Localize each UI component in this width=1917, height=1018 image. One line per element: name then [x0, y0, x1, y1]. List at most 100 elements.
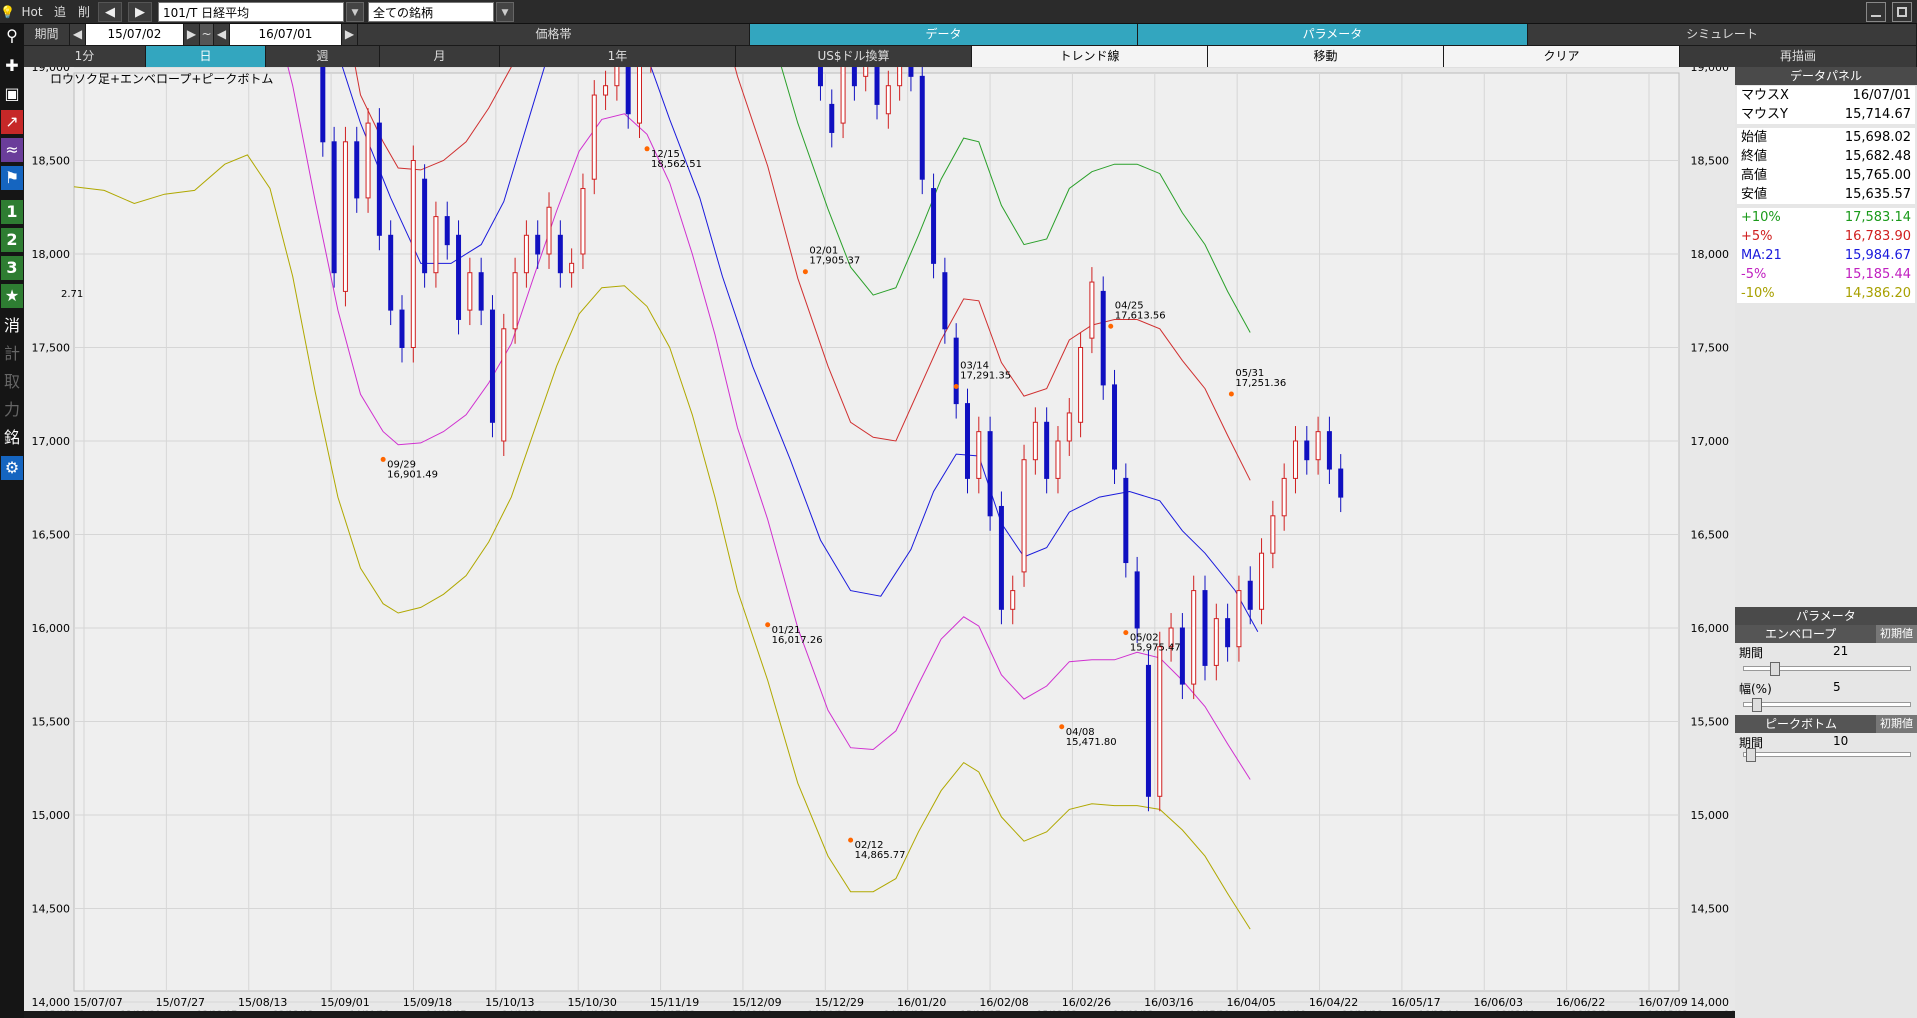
- candle-body: [1078, 347, 1084, 423]
- maximize-icon[interactable]: [1892, 2, 1912, 22]
- candle-body: [1191, 590, 1197, 685]
- star-icon[interactable]: ★: [1, 284, 23, 308]
- data-panel-title: データパネル: [1735, 67, 1917, 85]
- env-plus10-value: 17,583.14: [1844, 210, 1911, 225]
- candle-body: [1032, 421, 1038, 461]
- preset-1-button[interactable]: 1: [1, 200, 23, 224]
- y-tick-label-right: 16,000: [1691, 622, 1730, 635]
- chart-area[interactable]: 14,000 14,000 14,500 14,500 15,000 15,000 15,5…: [24, 67, 1735, 1018]
- minimize-icon[interactable]: [1866, 2, 1886, 22]
- candle-body: [908, 67, 914, 77]
- to-next-icon[interactable]: ▶: [342, 24, 358, 45]
- add-button[interactable]: 追: [50, 2, 70, 22]
- redraw-button[interactable]: 再描画: [1680, 46, 1917, 67]
- envelope-period-slider[interactable]: [1743, 662, 1911, 676]
- from-date-input[interactable]: 15/07/02: [86, 24, 184, 45]
- x-tick-label: 16/06/22: [1556, 996, 1605, 1009]
- bulb-icon[interactable]: 💡: [0, 2, 15, 22]
- tab-daily[interactable]: 日: [146, 46, 266, 67]
- hot-button[interactable]: Hot: [18, 2, 46, 22]
- delete-button[interactable]: 削: [74, 2, 94, 22]
- candle-body: [399, 309, 405, 349]
- candle-body: [535, 234, 541, 255]
- ma21-row: MA:21 15,984.67: [1737, 246, 1915, 265]
- indicator-chart-icon[interactable]: ≈: [1, 138, 23, 162]
- y-tick-label-right: 18,500: [1691, 155, 1730, 168]
- envelope-period-label: 期間: [1739, 646, 1764, 660]
- candle-body: [388, 234, 394, 311]
- candle-body: [591, 94, 597, 180]
- crosshair-icon[interactable]: ✚: [1, 54, 23, 78]
- x-tick-label: 15/07/27: [156, 996, 205, 1009]
- to-date-input[interactable]: 16/07/01: [230, 24, 342, 45]
- symbol-field[interactable]: 101/T 日経平均: [158, 2, 344, 22]
- peak-marker: [765, 622, 771, 628]
- x-tick-label: 15/10/30: [568, 996, 617, 1009]
- candle-body: [1179, 627, 1185, 685]
- gear-icon[interactable]: ⚙: [1, 456, 23, 480]
- camera-icon[interactable]: ▣: [1, 82, 23, 106]
- candle-body: [342, 141, 348, 292]
- peakbottom-period-slider[interactable]: [1743, 748, 1911, 762]
- universe-dropdown-icon[interactable]: ▼: [496, 2, 514, 22]
- usd-convert-button[interactable]: US$ドル換算: [736, 46, 972, 67]
- tab-1min[interactable]: 1分: [24, 46, 146, 67]
- envelope-period-param: 期間 21: [1737, 644, 1915, 678]
- simulate-tab[interactable]: シミュレート: [1528, 24, 1917, 45]
- calc-button[interactable]: 計: [1, 342, 23, 366]
- x-tick-label: 16/07/09: [1638, 996, 1687, 1009]
- from-next-icon[interactable]: ▶: [184, 24, 200, 45]
- candle-body: [1292, 440, 1298, 479]
- clear-button[interactable]: クリア: [1444, 46, 1680, 67]
- trend-line-button[interactable]: トレンド線: [972, 46, 1208, 67]
- stock-button[interactable]: 銘: [1, 426, 23, 450]
- search-icon[interactable]: ⚲: [1, 24, 23, 48]
- candlestick-chart[interactable]: 14,000 14,000 14,500 14,500 15,000 15,000 15,5…: [24, 67, 1735, 1018]
- flag-icon[interactable]: ⚑: [1, 166, 23, 190]
- env-minus10-label: -10%: [1741, 286, 1775, 301]
- slider-thumb[interactable]: [1746, 748, 1756, 762]
- low-row: 安値 15,635.57: [1737, 185, 1915, 204]
- move-button[interactable]: 移動: [1208, 46, 1444, 67]
- bottom-scroll-strip[interactable]: [24, 1011, 1735, 1018]
- candle-body: [523, 234, 529, 274]
- universe-field[interactable]: 全ての銘柄: [368, 2, 494, 22]
- price-band-tab[interactable]: 価格帯: [358, 24, 750, 45]
- envelope-width-slider[interactable]: [1743, 698, 1911, 712]
- power-button[interactable]: 力: [1, 398, 23, 422]
- next-symbol-button[interactable]: ▶: [128, 2, 152, 22]
- x-tick-label: 15/09/18: [403, 996, 452, 1009]
- preset-3-button[interactable]: 3: [1, 256, 23, 280]
- env-minus10-row: -10% 14,386.20: [1737, 284, 1915, 303]
- candle-body: [840, 67, 846, 124]
- trade-button[interactable]: 取: [1, 370, 23, 394]
- preset-2-button[interactable]: 2: [1, 228, 23, 252]
- envelope-header: エンベロープ 初期値: [1735, 625, 1917, 643]
- data-tab[interactable]: データ: [750, 24, 1138, 45]
- candle-body: [1304, 440, 1310, 461]
- peakbottom-reset-button[interactable]: 初期値: [1876, 715, 1917, 733]
- candle-body: [919, 75, 925, 180]
- line-chart-icon[interactable]: ↗: [1, 110, 23, 134]
- tab-monthly[interactable]: 月: [380, 46, 500, 67]
- candle-body: [1044, 421, 1050, 479]
- slider-thumb[interactable]: [1752, 698, 1762, 712]
- candle-body: [1326, 431, 1332, 470]
- tab-1year[interactable]: 1年: [500, 46, 736, 67]
- x-tick-label: 15/10/13: [485, 996, 534, 1009]
- from-prev-icon[interactable]: ◀: [70, 24, 86, 45]
- env-minus5-row: -5% 15,185.44: [1737, 265, 1915, 284]
- slider-thumb[interactable]: [1770, 662, 1780, 676]
- envelope-reset-button[interactable]: 初期値: [1876, 625, 1917, 643]
- candle-body: [410, 160, 416, 348]
- parameter-tab[interactable]: パラメータ: [1138, 24, 1528, 45]
- env-plus10-row: +10% 17,583.14: [1737, 208, 1915, 227]
- candle-body: [467, 272, 473, 311]
- prev-symbol-button[interactable]: ◀: [98, 2, 122, 22]
- env-minus5-label: -5%: [1741, 267, 1767, 282]
- symbol-dropdown-icon[interactable]: ▼: [346, 2, 364, 22]
- to-prev-icon[interactable]: ◀: [214, 24, 230, 45]
- tab-weekly[interactable]: 週: [266, 46, 380, 67]
- x-tick-label: 16/06/03: [1474, 996, 1523, 1009]
- erase-button[interactable]: 消: [1, 314, 23, 338]
